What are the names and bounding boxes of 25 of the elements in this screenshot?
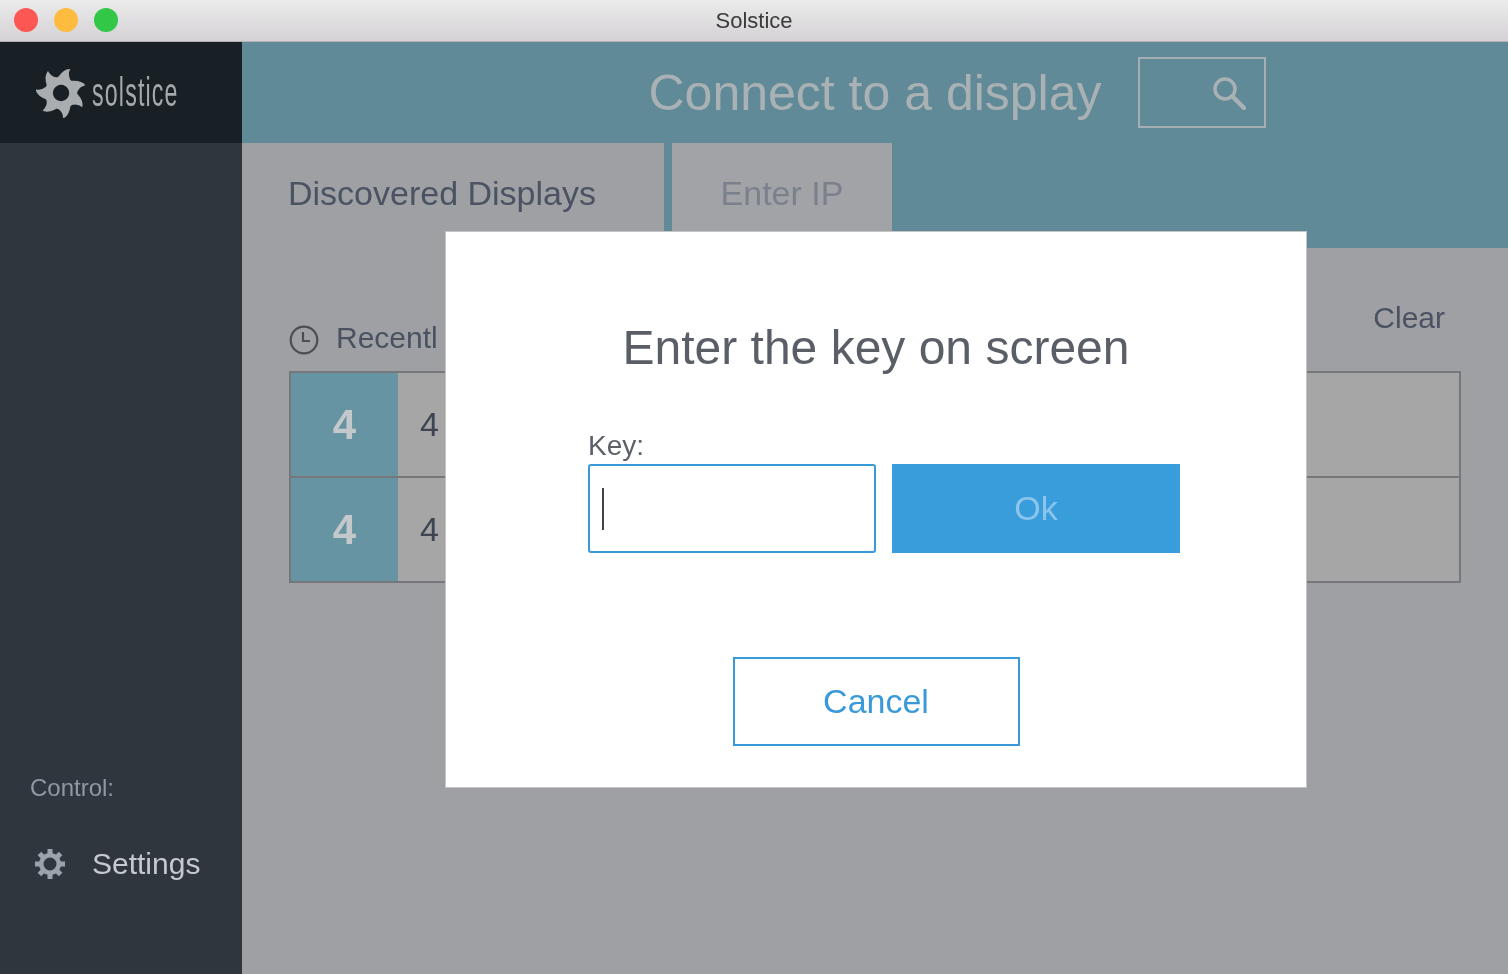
key-input-field[interactable] [588, 464, 876, 553]
clock-icon [289, 325, 319, 355]
dialog-title: Enter the key on screen [622, 320, 1130, 376]
section-heading: Recentl [336, 320, 438, 356]
field-label: Key: [588, 430, 645, 462]
display-number-tile: 4 [291, 373, 398, 476]
clear-link[interactable]: Clear [1373, 300, 1445, 336]
logo-text: solstice [92, 69, 179, 114]
page-title: Connect to a display [648, 63, 1102, 123]
display-name: 4 [420, 510, 439, 549]
zoom-window-icon[interactable] [94, 8, 118, 32]
settings-icon[interactable] [34, 848, 66, 880]
cancel-button[interactable]: Cancel [732, 657, 1020, 746]
window-title: Solstice [715, 7, 793, 34]
tab[interactable]: Discovered Displays [242, 143, 664, 248]
minimize-window-icon[interactable] [54, 8, 78, 32]
close-window-icon[interactable] [14, 8, 38, 32]
sidebar-item[interactable]: Settings [92, 847, 201, 881]
swirl-logo-icon [36, 67, 86, 118]
section-label: Control: [30, 773, 115, 803]
display-name: 4 [420, 405, 439, 444]
display-number-tile: 4 [291, 478, 398, 581]
text-cursor-icon [602, 487, 604, 530]
search-icon [1211, 75, 1246, 110]
search-field[interactable] [1137, 57, 1266, 128]
